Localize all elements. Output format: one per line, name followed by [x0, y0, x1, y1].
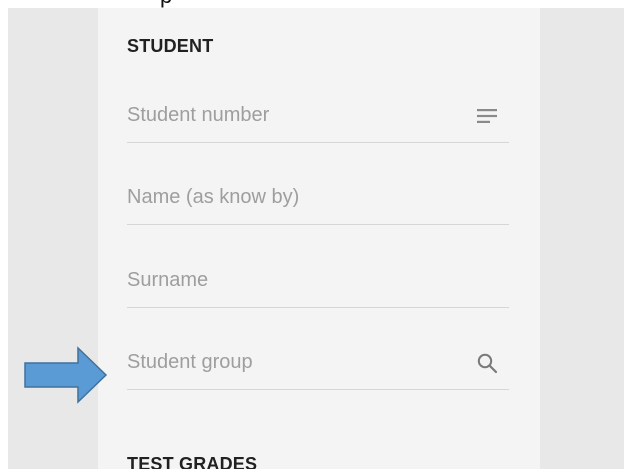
right-gutter — [540, 8, 624, 469]
student-number-input[interactable] — [127, 92, 447, 138]
clipped-top-text-area: p — [0, 0, 624, 8]
student-section-title: STUDENT — [127, 36, 214, 56]
clipped-top-text: p — [160, 0, 172, 8]
surname-field — [127, 257, 509, 308]
student-group-input[interactable] — [127, 339, 447, 385]
pointer-arrow-icon — [24, 346, 108, 404]
test-grades-section-title: TEST GRADES — [127, 454, 258, 469]
student-number-field — [127, 92, 509, 143]
search-icon[interactable] — [475, 351, 499, 375]
surname-input[interactable] — [127, 257, 447, 303]
name-known-by-field — [127, 174, 509, 225]
student-group-field — [127, 339, 509, 390]
name-known-by-input[interactable] — [127, 174, 447, 220]
list-icon[interactable] — [475, 104, 499, 128]
student-form-panel: STUDENT TEST GRADES — [98, 8, 540, 469]
